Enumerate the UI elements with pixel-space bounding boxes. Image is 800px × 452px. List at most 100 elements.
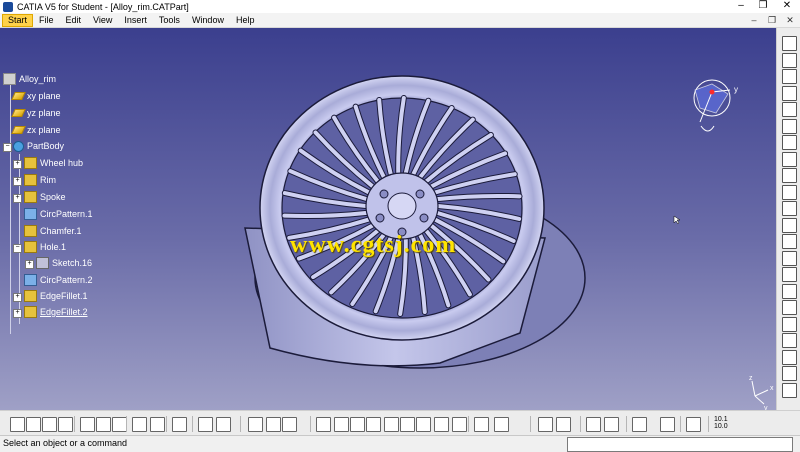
apply-material-icon[interactable]	[782, 382, 797, 398]
spoke-expand-toggle[interactable]: +	[13, 194, 22, 203]
new-icon[interactable]	[10, 417, 25, 432]
pad-icon[interactable]	[782, 52, 797, 68]
thickness-icon[interactable]	[782, 283, 797, 299]
reorder-icon[interactable]	[660, 417, 675, 432]
maximize-button[interactable]: ❐	[752, 0, 774, 13]
undo-icon[interactable]	[132, 417, 147, 432]
shaft-icon[interactable]	[782, 85, 797, 101]
slot-icon[interactable]	[782, 151, 797, 167]
tree-root-label: Alloy_rim	[19, 74, 57, 84]
remove-icon[interactable]	[782, 201, 797, 216]
mirror-icon[interactable]	[782, 333, 797, 348]
doc-minimize-button[interactable]: –	[745, 13, 763, 27]
tree-item-wheel-hub[interactable]: Wheel hub	[24, 156, 83, 170]
tree-item-zx-plane[interactable]: zx plane	[11, 123, 61, 137]
tree-item-xy-plane[interactable]: xy plane	[11, 89, 61, 103]
save-icon[interactable]	[42, 417, 57, 432]
doc-close-button[interactable]: ✕	[781, 13, 799, 27]
measure-icon[interactable]	[538, 417, 553, 432]
zoom-in-icon[interactable]	[366, 417, 381, 432]
compass-widget[interactable]	[693, 79, 731, 132]
menu-edit[interactable]: Edit	[60, 13, 88, 27]
alloy-rim-model[interactable]: y x z y	[0, 28, 776, 410]
groove-icon[interactable]	[782, 102, 797, 117]
fly-icon[interactable]	[282, 417, 297, 432]
multi-view-icon[interactable]	[416, 417, 431, 432]
tree-root[interactable]: Alloy_rim	[3, 72, 56, 86]
tree-label: xy plane	[27, 91, 61, 101]
open-icon[interactable]	[26, 417, 41, 432]
3d-viewport[interactable]: y x z y www.cgtsj.com Alloy_rim xy plane	[0, 28, 776, 410]
boolean-icon[interactable]	[782, 349, 797, 365]
partbody-collapse-toggle[interactable]: −	[3, 143, 12, 152]
wheel-hub-expand-toggle[interactable]: +	[13, 160, 22, 169]
thread-icon[interactable]	[782, 300, 797, 315]
menu-view[interactable]: View	[87, 13, 118, 27]
tree-item-chamfer-1[interactable]: Chamfer.1	[24, 224, 82, 238]
copy-icon[interactable]	[96, 417, 111, 432]
whats-this-icon[interactable]	[172, 417, 187, 432]
pattern-icon[interactable]	[782, 316, 797, 332]
paste-icon[interactable]	[112, 417, 127, 432]
print-icon[interactable]	[58, 417, 73, 432]
sketch-icon	[36, 257, 49, 269]
tree-item-edgefillet-2[interactable]: EdgeFillet.2	[24, 305, 88, 319]
tree-item-circpattern-1[interactable]: CircPattern.1	[24, 207, 93, 221]
stiffener-icon[interactable]	[782, 168, 797, 183]
redo-icon[interactable]	[150, 417, 165, 432]
tree-item-sketch-16[interactable]: Sketch.16	[36, 256, 92, 270]
tree-item-spoke[interactable]: Spoke	[24, 190, 66, 204]
menu-help[interactable]: Help	[230, 13, 261, 27]
menu-window[interactable]: Window	[186, 13, 230, 27]
fillet-icon[interactable]	[782, 217, 797, 233]
tree-item-edgefillet-1[interactable]: EdgeFillet.1	[24, 289, 88, 303]
zoom-out-icon[interactable]	[384, 417, 399, 432]
menu-file[interactable]: File	[33, 13, 60, 27]
menu-insert[interactable]: Insert	[118, 13, 153, 27]
scan-icon[interactable]	[632, 417, 647, 432]
render-icon[interactable]	[604, 417, 619, 432]
cut-icon[interactable]	[80, 417, 95, 432]
formula-icon[interactable]	[198, 417, 213, 432]
zoom-icon[interactable]	[316, 417, 331, 432]
apply-material-icon[interactable]	[586, 417, 601, 432]
doc-restore-button[interactable]: ❐	[763, 13, 781, 27]
edgefillet1-expand-toggle[interactable]: +	[13, 293, 22, 302]
sketcher-icon[interactable]	[782, 36, 797, 51]
knowledge-icon[interactable]	[216, 417, 231, 432]
tree-item-circpattern-2[interactable]: CircPattern.2	[24, 273, 93, 287]
hide-show-icon[interactable]	[474, 417, 489, 432]
tree-item-rim[interactable]: Rim	[24, 173, 56, 187]
sketch-expand-toggle[interactable]: +	[25, 260, 34, 269]
pocket-icon[interactable]	[782, 69, 797, 84]
draft-icon[interactable]	[782, 250, 797, 266]
close-button[interactable]: ✕	[776, 0, 798, 13]
hole-icon[interactable]	[782, 118, 797, 134]
normal-view-icon[interactable]	[400, 417, 415, 432]
swap-icon[interactable]	[494, 417, 509, 432]
rotate-icon[interactable]	[350, 417, 365, 432]
update-icon[interactable]	[686, 417, 701, 432]
compass-y-label: y	[734, 85, 738, 94]
tree-item-yz-plane[interactable]: yz plane	[11, 106, 61, 120]
pan-icon[interactable]	[334, 417, 349, 432]
multi-section-icon[interactable]	[782, 184, 797, 200]
table-icon[interactable]	[248, 417, 263, 432]
catalog-icon[interactable]	[266, 417, 281, 432]
minimize-button[interactable]: –	[730, 0, 752, 13]
edge-fillet-icon	[24, 290, 37, 302]
measure-icon[interactable]	[782, 366, 797, 381]
shell-icon[interactable]	[782, 267, 797, 282]
edgefillet2-expand-toggle[interactable]: +	[13, 309, 22, 318]
tree-item-hole-1[interactable]: Hole.1	[24, 240, 66, 254]
rib-icon[interactable]	[782, 135, 797, 150]
hole-collapse-toggle[interactable]: −	[13, 244, 22, 253]
chamfer-icon[interactable]	[782, 234, 797, 249]
menu-tools[interactable]: Tools	[153, 13, 186, 27]
shading-icon[interactable]	[452, 417, 467, 432]
iso-view-icon[interactable]	[434, 417, 449, 432]
menu-start[interactable]: Start	[2, 13, 34, 27]
tree-item-partbody[interactable]: PartBody	[13, 139, 64, 153]
rim-expand-toggle[interactable]: +	[13, 177, 22, 186]
measure-inertia-icon[interactable]	[556, 417, 571, 432]
